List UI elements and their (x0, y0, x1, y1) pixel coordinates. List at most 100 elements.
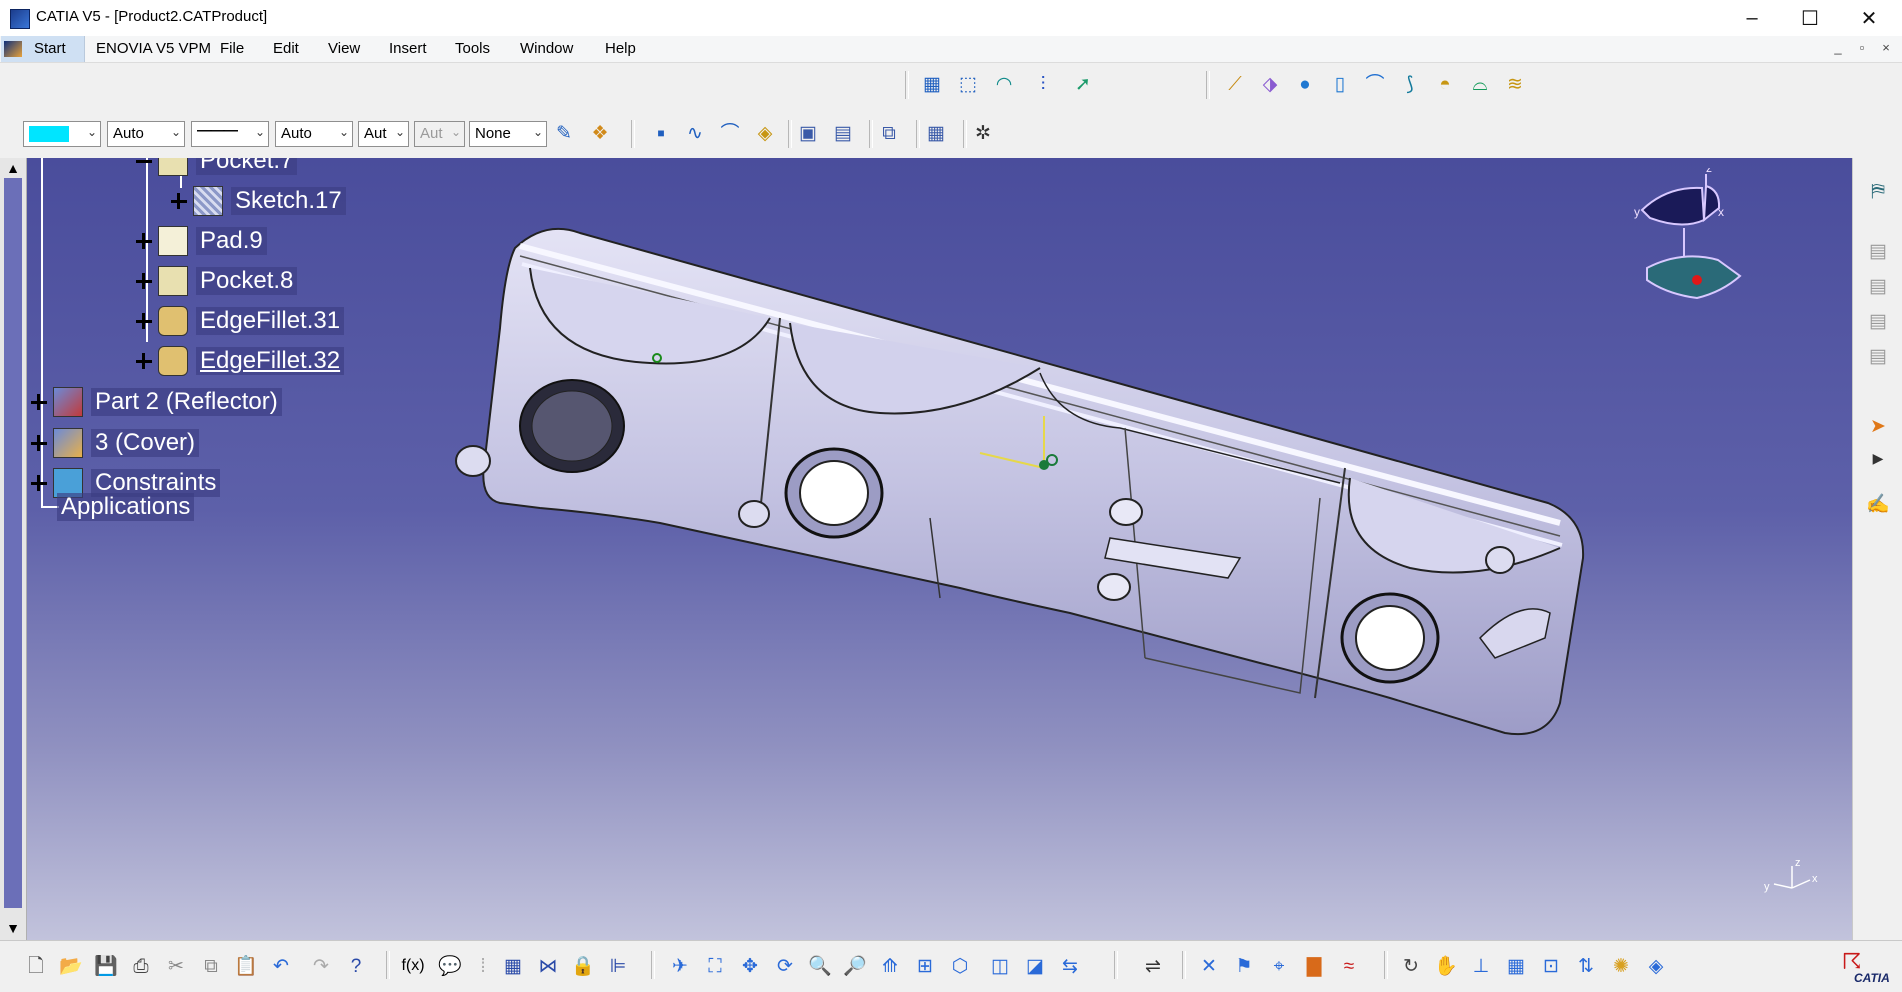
constraint-icon[interactable]: ⇅ (1573, 953, 1599, 979)
formula-icon[interactable]: f(x) (400, 953, 426, 979)
3d-viewport[interactable]: Pocket.7 Sketch.17 Pad.9 Pocket.8 EdgeFi… (0, 158, 1852, 940)
point-tool-icon[interactable]: ■ (648, 120, 674, 146)
scan-icon[interactable]: ⌖ (1266, 953, 1292, 979)
layer-combo[interactable]: Aut ⌄ (358, 121, 409, 147)
menu-view[interactable]: View (328, 40, 360, 57)
scrollbar-thumb[interactable] (4, 178, 22, 908)
menu-window[interactable]: Window (520, 40, 573, 57)
sweep-icon[interactable]: ⟆ (1397, 71, 1423, 97)
maximize-button[interactable]: ☐ (1781, 0, 1839, 36)
measure-item-icon[interactable]: ⚑ (1231, 953, 1257, 979)
iso-view-icon[interactable]: ⬡ (947, 953, 973, 979)
normal-view-icon[interactable]: ⟰ (877, 953, 903, 979)
expand-icon[interactable] (171, 193, 187, 209)
paste-icon[interactable]: 📋 (233, 953, 259, 979)
wave-icon[interactable]: ≈ (1336, 953, 1362, 979)
line-width-combo[interactable]: Auto ⌄ (275, 121, 353, 147)
rendering-style-combo[interactable]: Aut ⌄ (414, 121, 465, 147)
expand-icon[interactable] (31, 475, 47, 491)
expand-icon[interactable] (136, 353, 152, 369)
grid-icon[interactable]: ▦ (1503, 953, 1529, 979)
publish-icon[interactable]: ⬚ (955, 71, 981, 97)
comment-icon[interactable]: 💬 (437, 953, 463, 979)
tree-node-pocket-8[interactable]: Pocket.8 (136, 264, 298, 298)
snap-icon[interactable]: ✲ (970, 120, 996, 146)
tree-node-edgefillet-32[interactable]: EdgeFillet.32 (136, 344, 345, 378)
copy-icon[interactable]: ⧉ (198, 953, 224, 979)
revolve-icon[interactable]: ⌒ (1362, 71, 1388, 97)
grid-select-icon[interactable]: ▦ (923, 120, 949, 146)
expand-icon[interactable] (136, 313, 152, 329)
tree-node-edgefillet-31[interactable]: EdgeFillet.31 (136, 304, 345, 338)
product-tool-3-icon[interactable]: ▤ (1865, 308, 1891, 334)
surface-icon[interactable]: ◠ (991, 71, 1017, 97)
expand-icon[interactable] (136, 233, 152, 249)
tree-node-pad-9[interactable]: Pad.9 (136, 224, 267, 258)
update-icon[interactable]: ↻ (1398, 953, 1424, 979)
catia-app-icon[interactable] (10, 9, 30, 29)
clash-icon[interactable]: ◈ (1643, 953, 1669, 979)
line-icon[interactable]: ⬗ (1257, 71, 1283, 97)
structure-icon[interactable]: ⋈ (535, 953, 561, 979)
loft-icon[interactable]: ⌓ (1467, 71, 1493, 97)
tree-node-3-cover[interactable]: 3 (Cover) (31, 426, 200, 460)
properties-icon[interactable]: ❖ (587, 120, 613, 146)
catalog-browser-icon[interactable]: ▤ (830, 120, 856, 146)
menu-insert[interactable]: Insert (389, 40, 427, 57)
mdi-restore-button[interactable]: ▫ (1853, 40, 1871, 56)
eraser-icon[interactable]: ◈ (752, 120, 778, 146)
expand-icon[interactable] (136, 273, 152, 289)
tree-node-sketch-17[interactable]: Sketch.17 (171, 184, 346, 218)
menu-enovia[interactable]: ENOVIA V5 VPM (96, 40, 211, 57)
fill-icon[interactable]: ◓ (1432, 71, 1458, 97)
multi-view-icon[interactable]: ⊞ (912, 953, 938, 979)
swap-space-icon[interactable]: ⇆ (1057, 953, 1083, 979)
menu-tools[interactable]: Tools (455, 40, 490, 57)
point-icon[interactable]: ⟋ (1222, 71, 1248, 97)
arc-icon[interactable]: ⌒ (717, 120, 743, 146)
collapse-icon[interactable] (136, 158, 152, 169)
fit-all-view-icon[interactable]: ▦ (919, 71, 945, 97)
bar-chart-icon[interactable]: ▇ (1301, 953, 1327, 979)
expand-toolbar-icon[interactable]: ▶ (1865, 445, 1891, 471)
analysis-icon[interactable]: ⇌ (1140, 953, 1166, 979)
compass-widget[interactable]: z y x (1622, 168, 1752, 308)
lock-icon[interactable]: 🔒 (570, 953, 596, 979)
undo-icon[interactable]: ↶ (268, 953, 294, 979)
expand-icon[interactable] (31, 394, 47, 410)
multi-view-icon[interactable]: ⫶ (1030, 71, 1056, 97)
blend-icon[interactable]: ≋ (1502, 71, 1528, 97)
close-button[interactable]: ✕ (1840, 0, 1898, 36)
menu-start[interactable]: Start (34, 40, 66, 57)
expand-icon[interactable] (31, 435, 47, 451)
tree-node-applications[interactable]: Applications (57, 490, 195, 524)
shading-icon[interactable]: ◫ (987, 953, 1013, 979)
select-arrow-icon[interactable]: ➤ (1865, 413, 1891, 439)
menu-file[interactable]: File (220, 40, 244, 57)
point-style-combo[interactable]: None ⌄ (469, 121, 547, 147)
save-icon[interactable]: 💾 (93, 953, 119, 979)
table-icon[interactable]: ▦ (500, 953, 526, 979)
knowledge-icon[interactable]: ⁞ (470, 953, 496, 979)
pan-icon[interactable]: ✥ (737, 953, 763, 979)
fly-mode-icon[interactable]: ✈ (667, 953, 693, 979)
cut-icon[interactable]: ✂ (163, 953, 189, 979)
transparency-combo[interactable]: Auto ⌄ (107, 121, 185, 147)
product-tool-1-icon[interactable]: ▤ (1865, 238, 1891, 264)
product-tool-4-icon[interactable]: ▤ (1865, 343, 1891, 369)
measure-icon[interactable]: ✕ (1196, 953, 1222, 979)
tree-node-part-2-reflector[interactable]: Part 2 (Reflector) (31, 385, 282, 419)
whats-this-icon[interactable]: ? (343, 953, 369, 979)
manipulate-icon[interactable]: ✋ (1433, 953, 1459, 979)
mdi-minimize-button[interactable]: _ (1829, 40, 1847, 56)
align-icon[interactable]: ⊫ (605, 953, 631, 979)
cylinder-icon[interactable]: ▯ (1327, 71, 1353, 97)
compass-reset-icon[interactable]: ⊡ (1538, 953, 1564, 979)
tree-node-pocket-7[interactable]: Pocket.7 (136, 158, 298, 178)
menu-help[interactable]: Help (605, 40, 636, 57)
spline-icon[interactable]: ∿ (682, 120, 708, 146)
zoom-in-icon[interactable]: 🔍 (807, 953, 833, 979)
open-file-icon[interactable]: 📂 (58, 953, 84, 979)
scroll-up-arrow-icon[interactable]: ▲ (5, 160, 21, 176)
minimize-button[interactable]: – (1723, 0, 1781, 36)
